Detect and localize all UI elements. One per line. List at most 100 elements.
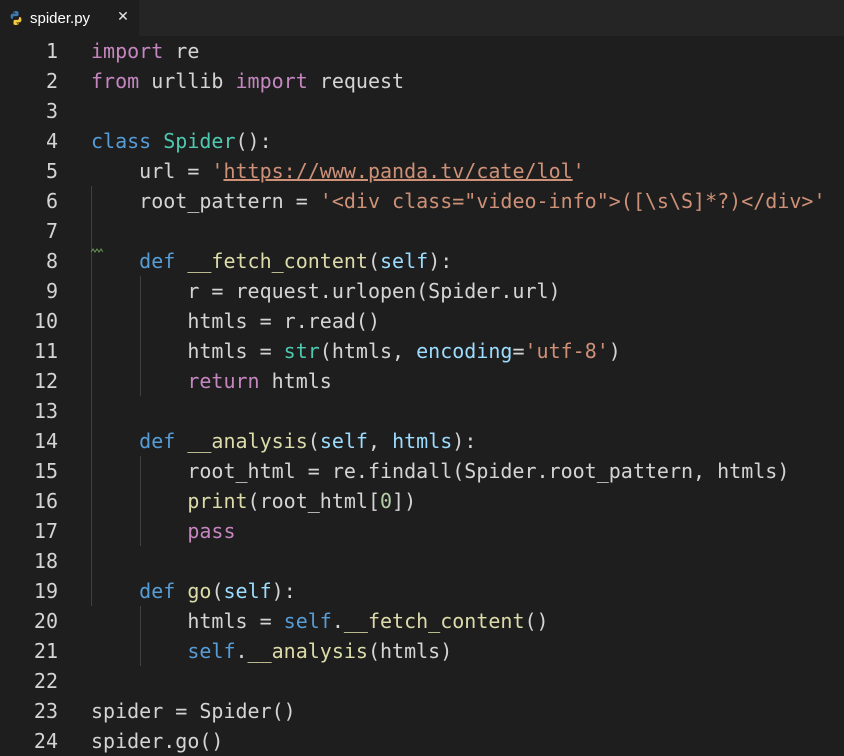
code-token: (: [211, 579, 224, 603]
code-text: import re: [91, 36, 199, 66]
code-line[interactable]: 17 pass: [0, 516, 844, 546]
code-line[interactable]: 23 spider = Spider(): [0, 696, 844, 726]
code-line[interactable]: 5 url = 'https://www.panda.tv/cate/lol': [0, 156, 844, 186]
line-number: 13: [33, 399, 58, 423]
code-token: import: [91, 39, 164, 63]
code-line[interactable]: 20 htmls = self.__fetch_content(): [0, 606, 844, 636]
code-token: (): [524, 609, 549, 633]
code-token: root_pattern =: [91, 189, 320, 213]
code-token: root_html = re.findall(Spider.root_patte…: [91, 459, 790, 483]
code-token: go: [187, 579, 212, 603]
code-line[interactable]: 14 def __analysis(self, htmls):: [0, 426, 844, 456]
editor-area[interactable]: 1 import re 2 from urllib import request 3 4 c…: [0, 36, 844, 756]
code-line[interactable]: 15 root_html = re.findall(Spider.root_pa…: [0, 456, 844, 486]
code-token: __analysis: [187, 429, 308, 453]
code-token: spider.go(): [91, 729, 224, 753]
python-file-icon: [8, 10, 24, 26]
line-number: 6: [45, 189, 58, 213]
code-token: self: [380, 249, 429, 273]
code-token: Spider: [163, 129, 236, 153]
code-line[interactable]: 4 class Spider():: [0, 126, 844, 156]
close-tab-icon[interactable]: ✕: [114, 6, 132, 28]
line-number: 17: [33, 519, 58, 543]
code-token: __fetch_content: [343, 609, 525, 633]
code-token: ): [608, 339, 621, 363]
line-number: 18: [33, 549, 58, 573]
code-token: 'utf-8': [524, 339, 609, 363]
code-line[interactable]: 10 htmls = r.read(): [0, 306, 844, 336]
line-number: 21: [33, 639, 58, 663]
line-number: 22: [33, 669, 58, 693]
code-line[interactable]: 22: [0, 666, 844, 696]
code-text: spider.go(): [91, 726, 223, 756]
code-token: import: [235, 69, 308, 93]
line-number: 14: [33, 429, 58, 453]
code-token: request: [307, 69, 405, 93]
code-text: r = request.urlopen(Spider.url): [91, 276, 561, 306]
code-text: root_html = re.findall(Spider.root_patte…: [91, 456, 789, 486]
line-number: 7: [45, 219, 58, 243]
code-line[interactable]: 12 return htmls: [0, 366, 844, 396]
tab-spider-py[interactable]: spider.py ✕: [0, 0, 139, 36]
code-line[interactable]: 8 def __fetch_content(self):: [0, 246, 844, 276]
code-token: def: [139, 429, 176, 453]
code-token: str: [283, 339, 320, 363]
code-text: root_pattern = '<div class="video-info">…: [91, 186, 826, 216]
code-text: class Spider():: [91, 126, 272, 156]
code-token: spider = Spider(): [91, 699, 296, 723]
code-token: self: [319, 429, 368, 453]
line-number: 9: [45, 279, 58, 303]
line-number: 19: [33, 579, 58, 603]
code-line[interactable]: 13: [0, 396, 844, 426]
code-token: ': [211, 159, 224, 183]
code-token: def: [139, 249, 176, 273]
code-line[interactable]: 2 from urllib import request: [0, 66, 844, 96]
code-token: self: [187, 639, 236, 663]
code-token: htmls: [392, 429, 453, 453]
code-line[interactable]: 16 print(root_html[0]): [0, 486, 844, 516]
code-line[interactable]: 3: [0, 96, 844, 126]
code-token: pass: [187, 519, 236, 543]
code-text: pass: [91, 516, 236, 546]
code-token: def: [139, 579, 176, 603]
line-number: 11: [33, 339, 58, 363]
code-line[interactable]: 7: [0, 216, 844, 246]
code-line[interactable]: 1 import re: [0, 36, 844, 66]
tab-title: spider.py: [30, 9, 91, 27]
code-token: ):: [452, 429, 477, 453]
line-number: 16: [33, 489, 58, 513]
code-token: =: [512, 339, 525, 363]
code-token: htmls =: [91, 339, 284, 363]
code-line[interactable]: 21 self.__analysis(htmls): [0, 636, 844, 666]
line-number: 2: [45, 69, 58, 93]
code-token: htmls: [259, 369, 332, 393]
code-line[interactable]: 6 root_pattern = '<div class="video-info…: [0, 186, 844, 216]
code-line[interactable]: 18: [0, 546, 844, 576]
code-token: print: [187, 489, 248, 513]
code-text: def __analysis(self, htmls):: [91, 426, 476, 456]
code-token: encoding: [416, 339, 513, 363]
code-text: def go(self):: [91, 576, 296, 606]
code-token: self: [223, 579, 272, 603]
code-token: (htmls): [367, 639, 453, 663]
code-token: ):: [271, 579, 296, 603]
code-token: htmls = r.read(): [91, 309, 380, 333]
code-token: r = request.urlopen(Spider.url): [91, 279, 561, 303]
line-number: 15: [33, 459, 58, 483]
code-line[interactable]: 9 r = request.urlopen(Spider.url): [0, 276, 844, 306]
code-token: '<div class="video-info">([\s\S]*?)</div…: [319, 189, 826, 213]
code-token: self: [283, 609, 332, 633]
code-line[interactable]: 24 spider.go(): [0, 726, 844, 756]
code-line[interactable]: 19 def go(self):: [0, 576, 844, 606]
line-number: 24: [33, 729, 58, 753]
code-line[interactable]: 11 htmls = str(htmls, encoding='utf-8'): [0, 336, 844, 366]
code-token: url =: [91, 159, 212, 183]
code-token: (htmls,: [319, 339, 417, 363]
code-token: https://www.panda.tv/cate/lol: [223, 159, 573, 183]
code-text: url = 'https://www.panda.tv/cate/lol': [91, 156, 585, 186]
